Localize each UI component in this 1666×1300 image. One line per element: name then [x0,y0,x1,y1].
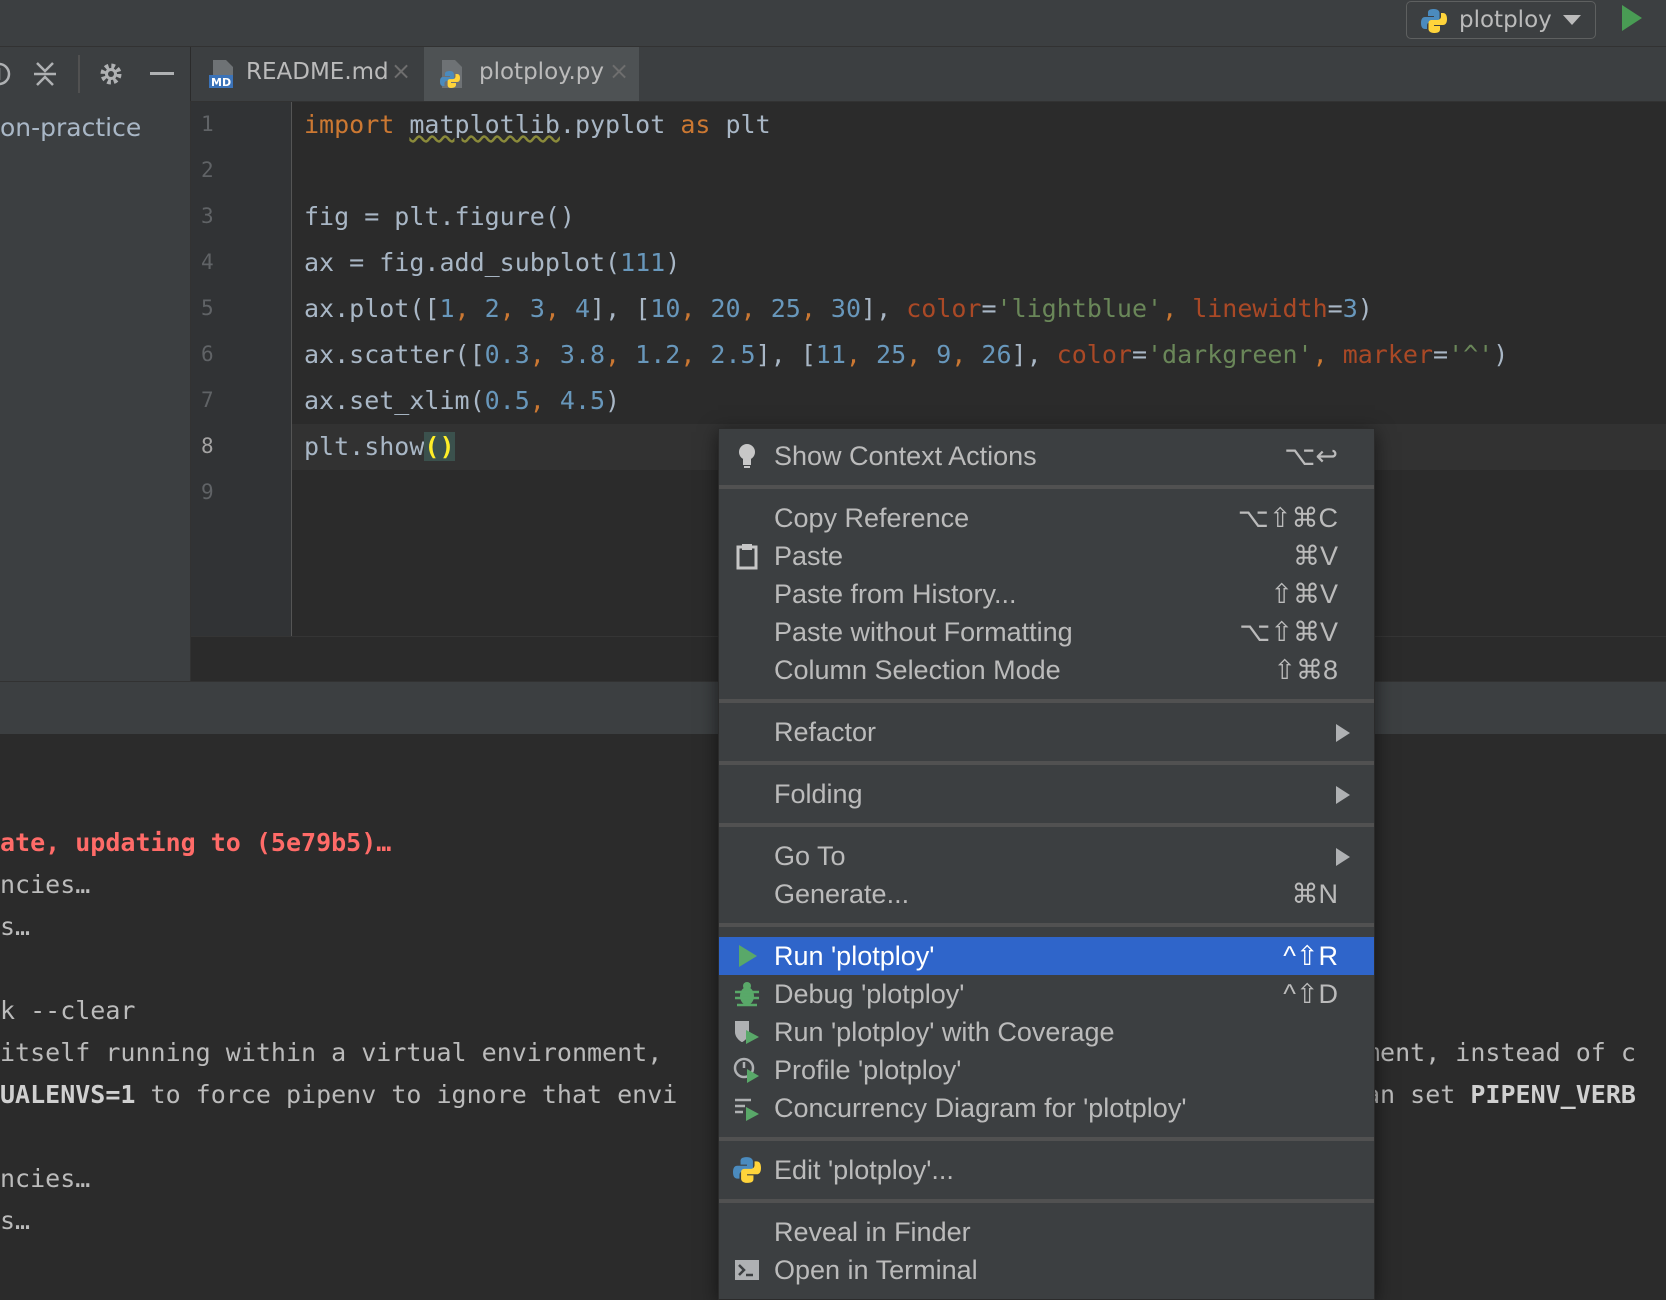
code-line-4: ax = fig.add_subplot(111) [304,248,681,277]
menu-item-profile[interactable]: Profile 'plotploy' [719,1051,1374,1089]
editor-tab-bar: MD README.md × plotploy.py × [191,47,1666,102]
clipboard-icon [736,544,758,570]
menu-separator [719,1137,1374,1141]
locate-icon[interactable] [0,61,12,87]
terminal-line: ment, instead of c [1365,1038,1636,1067]
line-number-gutter: 1 2 3 4 5 6 7 8 9 [191,102,292,636]
menu-item-concurrency-diagram[interactable]: Concurrency Diagram for 'plotploy' [719,1089,1374,1127]
terminal-line: an set PIPENV_VERB [1365,1080,1636,1109]
code-line-7: ax.set_xlim(0.5, 4.5) [304,386,621,415]
markdown-file-icon: MD [209,60,233,89]
menu-separator [719,823,1374,827]
code-line-8: plt.show() [304,432,455,461]
menu-separator [719,923,1374,927]
terminal-line: ncies… [0,870,91,899]
terminal-line: ncies… [0,1164,91,1193]
python-file-icon [440,60,462,88]
collapse-all-icon[interactable] [31,60,59,88]
project-root-item[interactable]: on-practice [0,113,141,142]
menu-separator [719,761,1374,765]
hide-panel-icon[interactable] [150,72,174,75]
terminal-line: s… [0,912,31,941]
debug-icon [735,982,759,1007]
main-toolbar: plotploy [0,0,1666,47]
menu-item-go-to[interactable]: Go To [719,837,1374,875]
menu-item-column-selection-mode[interactable]: Column Selection Mode ⇧⌘8 [719,651,1374,689]
terminal-icon [735,1260,759,1280]
line-number: 9 [201,480,214,504]
submenu-arrow-icon [1336,786,1350,804]
code-line-1: import matplotlib.pyplot as plt [304,110,771,139]
code-line-3: fig = plt.figure() [304,202,575,231]
menu-item-reveal-in-finder[interactable]: Reveal in Finder [719,1213,1374,1251]
tab-readme[interactable]: MD README.md × [191,47,423,101]
tab-plotploy-label: plotploy.py [479,59,604,85]
matched-brace: () [424,432,455,461]
menu-item-show-context-actions[interactable]: Show Context Actions ⌥↩ [719,437,1374,475]
python-icon [1421,9,1447,33]
run-icon[interactable] [1622,5,1642,31]
menu-item-generate[interactable]: Generate... ⌘N [719,875,1374,913]
submenu-arrow-icon [1336,848,1350,866]
editor-context-menu: Show Context Actions ⌥↩ Copy Reference ⌥… [718,428,1375,1300]
menu-item-open-in-terminal[interactable]: Open in Terminal [719,1251,1374,1289]
menu-item-paste-from-history[interactable]: Paste from History... ⇧⌘V [719,575,1374,613]
coverage-icon [735,1021,759,1044]
menu-item-paste[interactable]: Paste ⌘V [719,537,1374,575]
menu-item-copy-reference[interactable]: Copy Reference ⌥⇧⌘C [719,499,1374,537]
line-number: 2 [201,158,214,182]
code-line-5: ax.plot([1, 2, 3, 4], [10, 20, 25, 30], … [304,294,1373,323]
run-configuration-selector[interactable]: plotploy [1406,1,1596,39]
code-line-6: ax.scatter([0.3, 3.8, 1.2, 2.5], [11, 25… [304,340,1509,369]
menu-item-folding[interactable]: Folding [719,775,1374,813]
lightbulb-icon [739,444,755,468]
line-number: 3 [201,204,214,228]
line-number: 6 [201,342,214,366]
menu-item-refactor[interactable]: Refactor [719,713,1374,751]
line-number: 1 [201,112,214,136]
run-configuration-label: plotploy [1459,7,1552,33]
menu-item-edit-configuration[interactable]: Edit 'plotploy'... [719,1151,1374,1189]
line-number: 7 [201,388,214,412]
project-toolbar [0,47,190,101]
menu-item-debug[interactable]: Debug 'plotploy' ^⇧D [719,975,1374,1013]
tab-readme-label: README.md [246,59,389,85]
terminal-line: UALENVS=1 to force pipenv to ignore that… [0,1080,678,1109]
profile-icon [733,1057,759,1083]
line-number: 5 [201,296,214,320]
close-icon[interactable]: × [391,57,411,85]
menu-separator [719,1199,1374,1203]
terminal-line: itself running within a virtual environm… [0,1038,663,1067]
line-number: 4 [201,250,214,274]
line-number-current: 8 [201,434,214,458]
submenu-arrow-icon [1336,724,1350,742]
unresolved-import: matplotlib [409,110,560,139]
chevron-down-icon [1563,15,1581,25]
concurrency-icon [735,1098,759,1121]
project-panel: on-practice [0,101,191,681]
menu-item-run[interactable]: Run 'plotploy' ^⇧R [719,937,1374,975]
menu-separator [719,485,1374,489]
menu-item-run-with-coverage[interactable]: Run 'plotploy' with Coverage [719,1013,1374,1051]
gear-icon[interactable] [97,60,125,88]
close-icon[interactable]: × [609,57,629,85]
run-icon [739,945,757,967]
terminal-line: k --clear [0,996,136,1025]
terminal-line: s… [0,1206,31,1235]
tab-plotploy[interactable]: plotploy.py × [424,47,639,101]
menu-separator [719,699,1374,703]
svg-text:MD: MD [211,76,231,89]
menu-item-paste-without-formatting[interactable]: Paste without Formatting ⌥⇧⌘V [719,613,1374,651]
python-icon [733,1157,761,1183]
terminal-line: ate, updating to (5e79b5)… [0,828,392,857]
